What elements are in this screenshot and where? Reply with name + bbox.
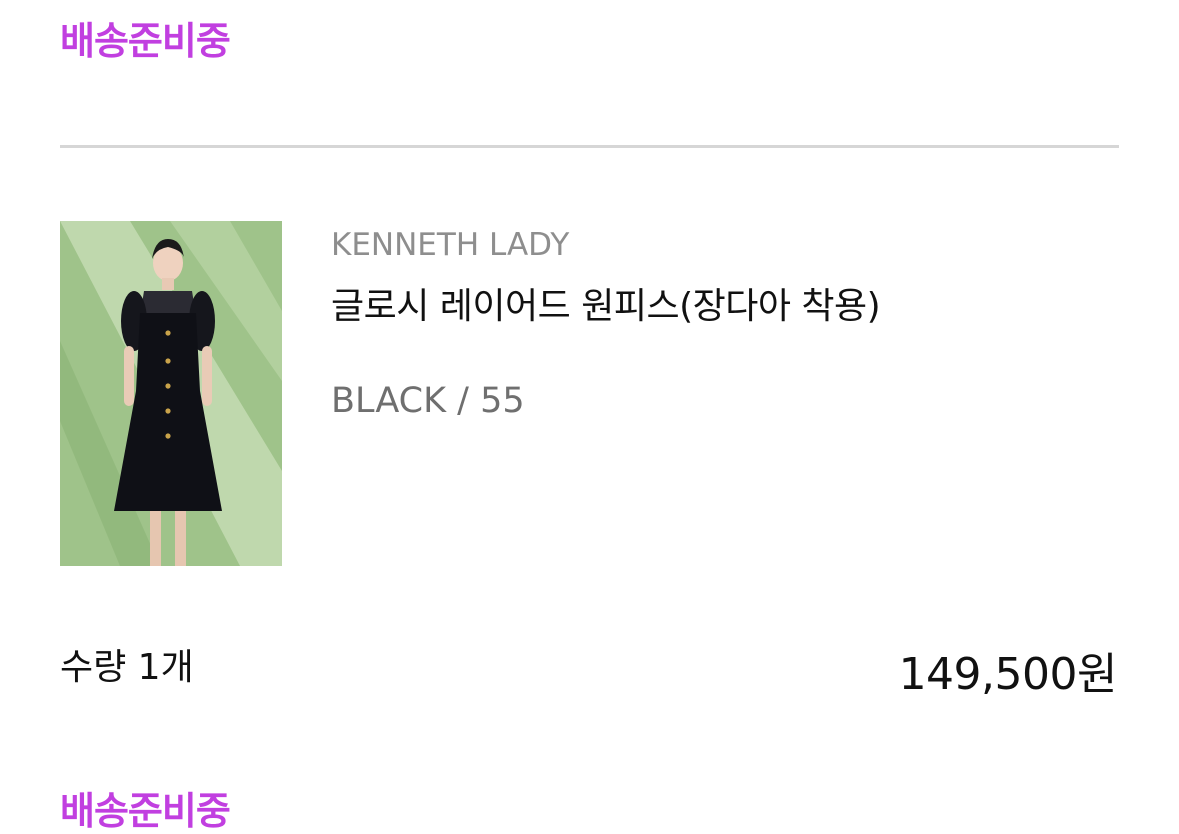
product-name[interactable]: 글로시 레이어드 원피스(장다아 착용): [331, 289, 881, 325]
order-status-label: 배송준비중: [60, 19, 231, 63]
section-divider: [60, 145, 1119, 148]
product-price: 149,500원: [898, 649, 1118, 700]
quantity-label: 수량 1개: [60, 647, 194, 688]
product-option: BLACK / 55: [331, 381, 525, 421]
product-brand[interactable]: KENNETH LADY: [331, 230, 569, 261]
order-status-label-next: 배송준비중: [60, 789, 231, 833]
product-thumbnail[interactable]: [60, 221, 282, 566]
